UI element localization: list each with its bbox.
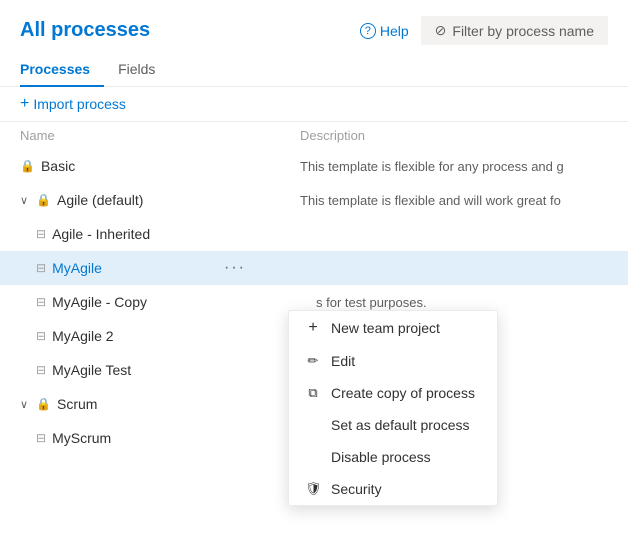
tab-fields[interactable]: Fields [118,53,169,87]
process-icon: ⊟ [36,363,46,377]
help-label: Help [380,23,409,39]
row-label: MyAgile - Copy [52,294,147,310]
col-header-desc: Description [300,128,608,143]
menu-item-set-default[interactable]: Set as default process [289,409,497,441]
row-label: MyScrum [52,430,111,446]
menu-item-label: New team project [331,320,440,336]
help-circle-icon: ? [360,23,376,39]
table-row: ∨ 🔒 Agile (default) This template is fle… [0,183,628,217]
row-name-cell: ⊟ MyScrum [36,430,316,446]
copy-icon: ⧉ [305,385,321,401]
row-label: MyAgile Test [52,362,131,378]
row-label[interactable]: MyAgile [52,260,102,276]
menu-item-label: Create copy of process [331,385,475,401]
menu-item-label: Disable process [331,449,431,465]
menu-item-disable[interactable]: Disable process [289,441,497,473]
process-icon: ⊟ [36,431,46,445]
row-name-cell: 🔒 Basic [20,158,300,174]
menu-item-label: Security [331,481,382,497]
row-name-cell: ⊟ MyAgile [36,260,316,276]
row-desc-cell: This template is flexible for any proces… [300,159,608,174]
chevron-down-icon[interactable]: ∨ [20,194,28,207]
row-label: Scrum [57,396,97,412]
process-icon: ⊟ [36,329,46,343]
lock-icon: 🔒 [36,397,51,411]
toolbar: + Import process [0,87,628,122]
row-desc-cell: This template is flexible and will work … [300,193,608,208]
row-name-cell: ∨ 🔒 Scrum [20,396,300,412]
menu-item-new-team-project[interactable]: + New team project [289,311,497,345]
context-menu: + New team project ✏ Edit ⧉ Create copy … [288,310,498,506]
import-label: Import process [33,96,126,112]
col-header-name: Name [20,128,300,143]
menu-item-label: Set as default process [331,417,470,433]
process-icon: ⊟ [36,295,46,309]
tab-processes[interactable]: Processes [20,53,104,87]
row-label: Agile (default) [57,192,143,208]
row-name-cell: ⊟ MyAgile Test [36,362,316,378]
process-icon: ⊟ [36,227,46,241]
menu-item-security[interactable]: 🛡 Security [289,473,497,505]
row-label: MyAgile 2 [52,328,113,344]
shield-icon: 🛡 [305,481,321,497]
lock-icon: 🔒 [20,159,35,173]
table-row: 🔒 Basic This template is flexible for an… [0,149,628,183]
filter-icon: ⊘ [435,22,447,39]
row-name-cell: ∨ 🔒 Agile (default) [20,192,300,208]
plus-icon: + [20,95,29,113]
page-header: All processes ? Help ⊘ Filter by process… [0,0,628,53]
plus-icon: + [305,319,321,337]
table-row: ⊟ MyAgile ··· [0,251,628,285]
menu-item-label: Edit [331,353,355,369]
help-button[interactable]: ? Help [360,23,409,39]
lock-icon: 🔒 [36,193,51,207]
row-name-cell: ⊟ MyAgile - Copy [36,294,316,310]
import-process-button[interactable]: + Import process [20,95,126,113]
ellipsis-button[interactable]: ··· [220,259,250,277]
header-actions: ? Help ⊘ Filter by process name [360,16,608,45]
filter-label: Filter by process name [452,23,594,39]
row-label: Agile - Inherited [52,226,150,242]
tab-bar: Processes Fields [0,53,628,87]
table-row: ⊟ Agile - Inherited [0,217,628,251]
process-icon: ⊟ [36,261,46,275]
row-label: Basic [41,158,75,174]
filter-button[interactable]: ⊘ Filter by process name [421,16,608,45]
row-name-cell: ⊟ Agile - Inherited [36,226,316,242]
edit-icon: ✏ [305,353,321,369]
row-desc-cell: s for test purposes. [316,295,608,310]
row-name-cell: ⊟ MyAgile 2 [36,328,316,344]
chevron-down-icon[interactable]: ∨ [20,398,28,411]
page-title: All processes [20,19,150,42]
menu-item-edit[interactable]: ✏ Edit [289,345,497,377]
menu-item-create-copy[interactable]: ⧉ Create copy of process [289,377,497,409]
table-header-row: Name Description [0,122,628,149]
